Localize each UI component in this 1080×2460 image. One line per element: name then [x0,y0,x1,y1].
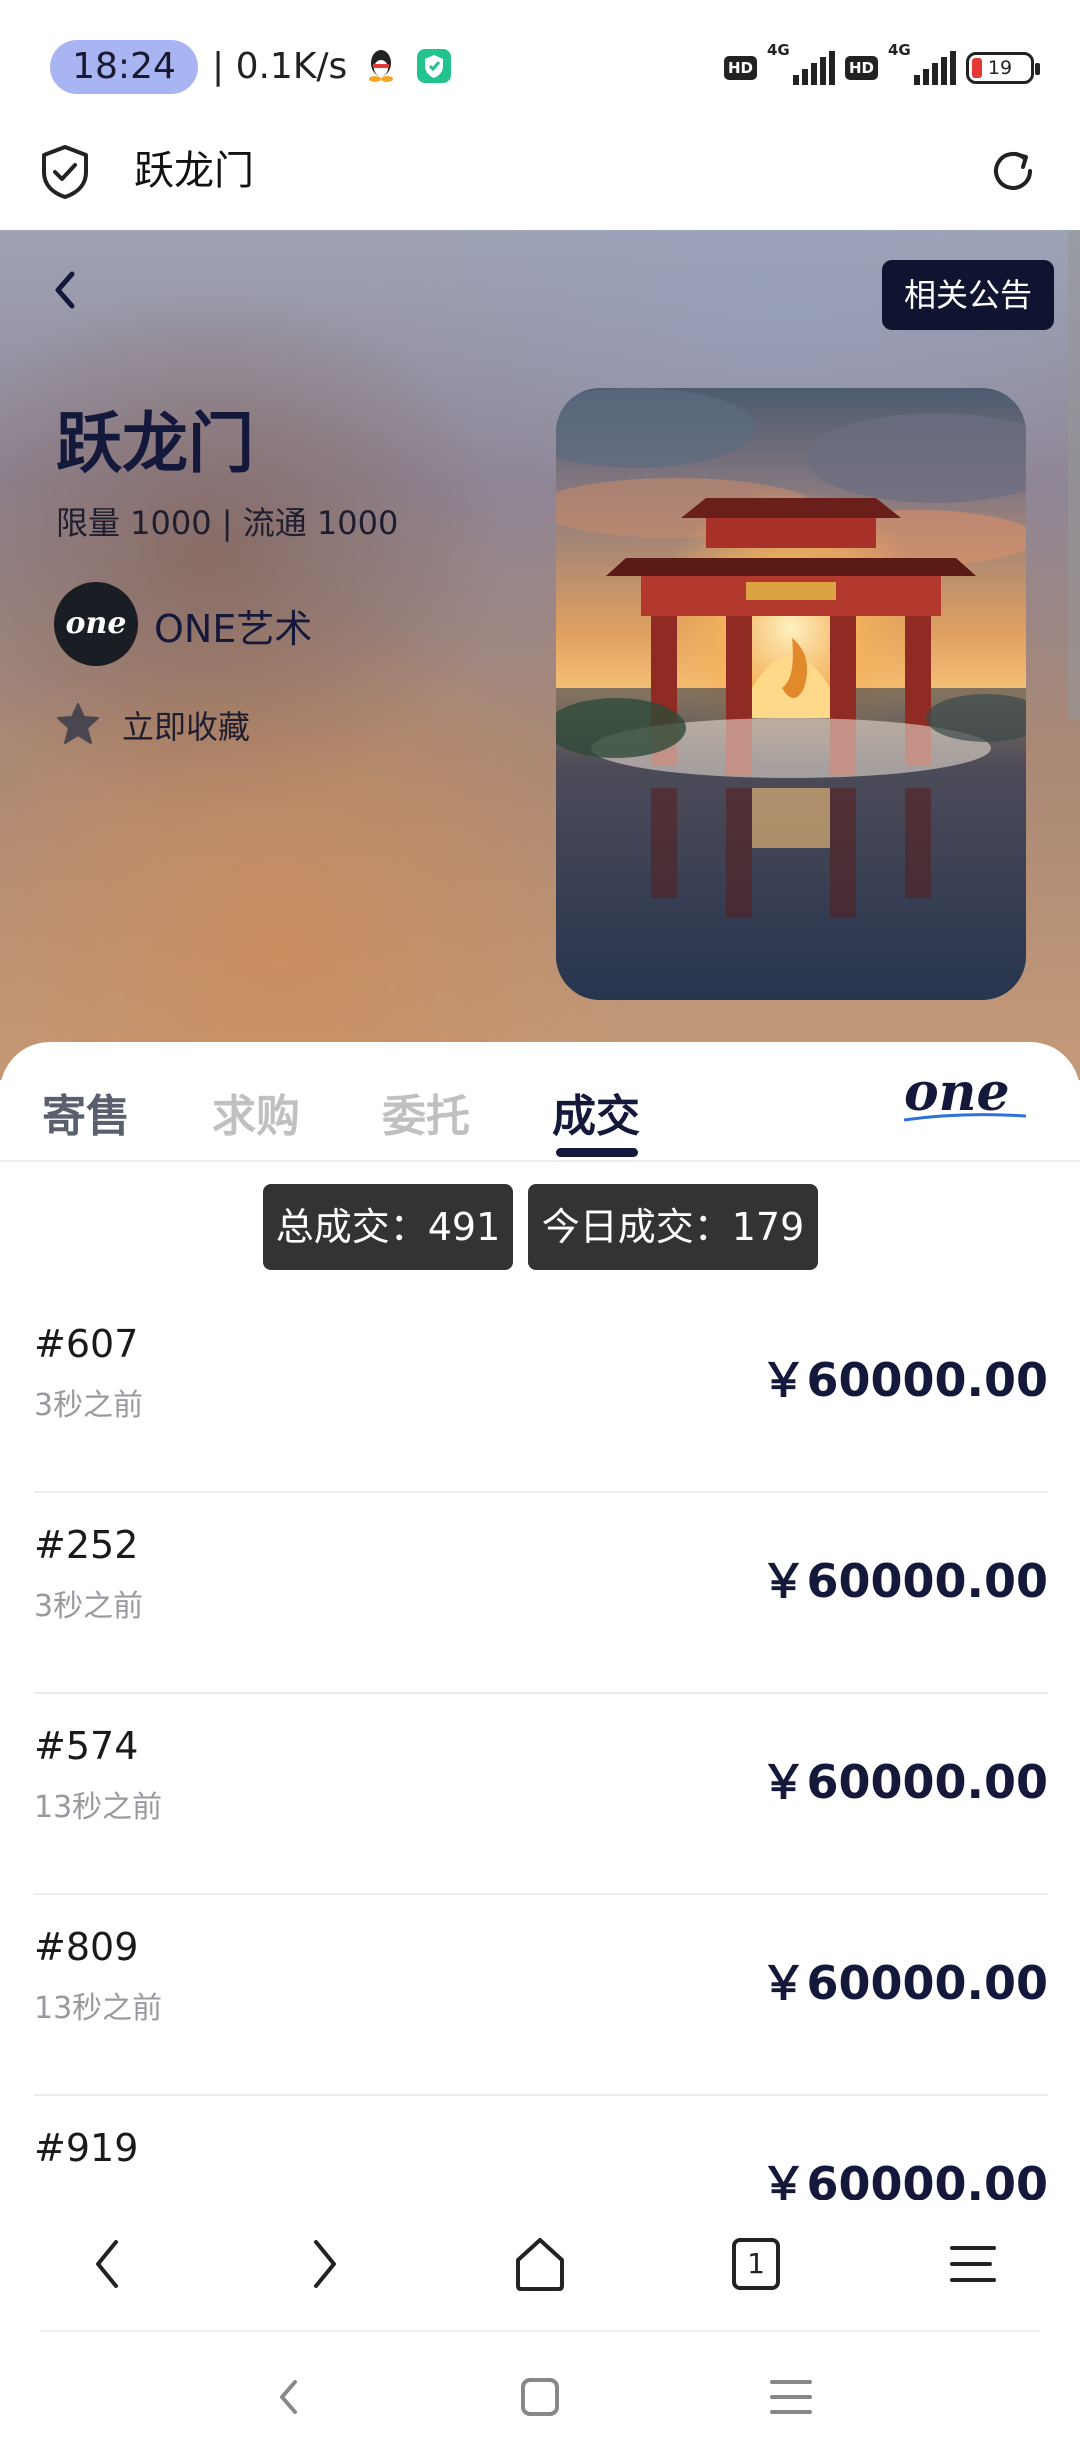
browser-top-bar: 跃龙门 [0,130,1080,230]
trade-list: #607 3秒之前 ￥60000.00 #252 3秒之前 ￥60000.00 … [34,1292,1048,2297]
guard-app-icon [417,49,452,83]
battery-percent: 19 [987,57,1013,79]
trade-price: ￥60000.00 [760,1554,1048,1608]
creator-avatar[interactable]: one [54,582,138,666]
qq-icon [368,50,393,82]
trade-price: ￥60000.00 [760,1755,1048,1809]
trade-price: ￥60000.00 [760,1353,1048,1407]
system-back-icon[interactable] [264,2372,314,2422]
system-home-icon[interactable] [515,2372,565,2422]
net-speed-text: | 0.1K/s [212,46,348,87]
trade-time: 13秒之前 [34,1991,163,2026]
tab-commission[interactable]: 委托 [382,1080,470,1144]
supply-info: 限量 1000 | 流通 1000 [56,504,399,542]
trade-time: 3秒之前 [34,1589,144,1624]
menu-icon[interactable] [940,2232,1004,2296]
favorite-button[interactable]: 立即收藏 [122,702,250,748]
nft-title: 跃龙门 [56,405,254,482]
back-arrow-icon[interactable] [40,260,90,320]
trade-time: 3秒之前 [34,1388,144,1423]
hd-badge-sim1: HD [723,56,757,80]
artwork-gate-illustration [556,388,1026,1000]
trade-time: 13秒之前 [34,1790,163,1825]
trade-row[interactable]: #809 13秒之前 ￥60000.00 [34,1895,1048,2096]
tab-consignment[interactable]: 寄售 [42,1080,130,1144]
trade-token-id: #607 [34,1322,139,1366]
active-tab-indicator [556,1148,638,1157]
sim1-network-label: 4G [766,41,790,59]
market-tabs: 寄售 求购 委托 成交 one [0,1042,1080,1162]
one-brand-logo: one [903,1064,1027,1123]
tab-deals[interactable]: 成交 [552,1080,640,1144]
nft-hero: 相关公告 跃龙门 限量 1000 | 流通 1000 one ONE艺术 立即收… [0,230,1080,1080]
sim2-network-label: 4G [888,41,911,59]
system-recents-icon[interactable] [766,2372,816,2422]
trade-row[interactable]: #252 3秒之前 ￥60000.00 [34,1493,1048,1694]
tabs-count: 1 [747,2247,765,2280]
refresh-icon[interactable] [986,144,1040,198]
trade-row[interactable]: #607 3秒之前 ￥60000.00 [34,1292,1048,1493]
status-bar: 18:24 | 0.1K/s HD 4G HD 4G 19 [0,0,1080,130]
shield-check-icon[interactable] [40,144,90,200]
net-speed: | 0.1K/s [212,40,452,94]
status-icons: HD 4G HD 4G 19 [723,41,1040,90]
trade-price: ￥60000.00 [760,1956,1048,2010]
today-deals-badge: 今日成交：179 [528,1184,818,1270]
battery-level [972,58,982,78]
trade-token-id: #574 [34,1724,139,1768]
scrollbar-thumb[interactable] [1068,230,1080,720]
browser-page-title: 跃龙门 [134,148,254,194]
signal-sim2-icon: 4G [888,41,956,85]
tabs-count-icon[interactable]: 1 [724,2232,788,2296]
battery-icon: 19 [966,52,1040,84]
browser-forward-icon[interactable] [292,2232,356,2296]
browser-back-icon[interactable] [76,2232,140,2296]
system-nav-bar [0,2332,1080,2460]
trade-token-id: #809 [34,1925,139,1969]
status-time: 18:24 [50,40,198,94]
trade-token-id: #252 [34,1523,139,1567]
hd-badge-sim2: HD [844,56,878,80]
home-icon[interactable] [508,2232,572,2296]
signal-sim1-icon: 4G [767,41,835,85]
related-notice-button[interactable]: 相关公告 [882,260,1054,330]
browser-bottom-nav: 1 [0,2200,1080,2330]
nft-artwork-image [556,388,1026,1000]
tab-buy-request[interactable]: 求购 [212,1080,300,1144]
total-deals-badge: 总成交：491 [263,1184,513,1270]
star-icon[interactable] [54,700,102,748]
creator-name[interactable]: ONE艺术 [154,598,312,653]
trade-token-id: #919 [34,2126,139,2170]
trade-row[interactable]: #574 13秒之前 ￥60000.00 [34,1694,1048,1895]
